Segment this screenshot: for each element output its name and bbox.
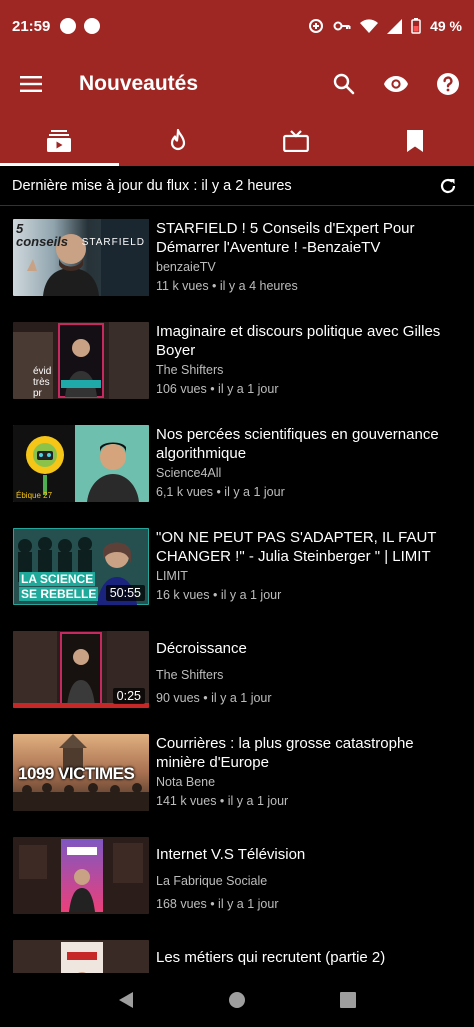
video-item[interactable]: Internet V.S Télévision La Fabrique Soci…: [0, 824, 474, 927]
recents-button[interactable]: [333, 985, 363, 1015]
refresh-button[interactable]: [434, 172, 462, 200]
video-channel[interactable]: The Shifters: [156, 363, 456, 377]
cell-signal-icon: [387, 18, 403, 34]
video-meta: Internet V.S Télévision La Fabrique Soci…: [156, 838, 456, 911]
home-circle-icon: [228, 992, 245, 1008]
status-time: 21:59: [12, 17, 51, 35]
video-thumbnail: 5 conseils STARFIELD: [13, 219, 149, 296]
video-title: "ON NE PEUT PAS S'ADAPTER, IL FAUT CHANG…: [156, 529, 437, 565]
video-duration: 0:25: [112, 688, 145, 704]
video-meta: Courrières : la plus grosse catastrophe …: [156, 735, 456, 808]
hamburger-icon: [20, 76, 42, 92]
video-thumbnail: évid très pr: [13, 322, 149, 399]
video-channel[interactable]: LIMIT: [156, 569, 456, 583]
search-icon: [333, 73, 355, 95]
video-info: 6,1 k vues • il y a 1 jour: [156, 485, 285, 499]
video-meta: Imaginaire et discours politique avec Gi…: [156, 323, 456, 396]
tab-bar: [0, 116, 474, 166]
video-title: Les métiers qui recrutent (partie 2): [156, 949, 386, 966]
video-channel[interactable]: benzaieTV: [156, 260, 456, 274]
video-item[interactable]: évid très pr Imaginaire et discours poli…: [0, 309, 474, 412]
vpn-key-icon: [333, 21, 351, 31]
video-info: 90 vues • il y a 1 jour: [156, 690, 272, 705]
video-thumbnail: 0:25: [13, 631, 149, 708]
thumbnail-text: évid très pr: [33, 366, 52, 399]
tab-live-tv[interactable]: [237, 116, 356, 166]
video-title: Internet V.S Télévision: [156, 846, 306, 863]
back-button[interactable]: [111, 985, 141, 1015]
thumbnail-text: 1099 VICTIMES: [18, 764, 135, 783]
recents-square-icon: [340, 992, 357, 1008]
feed-status-bar: Dernière mise à jour du flux : il y a 2 …: [0, 166, 474, 206]
app-bar: Nouveautés: [0, 52, 474, 116]
video-channel[interactable]: Science4All: [156, 466, 456, 480]
search-button[interactable]: [318, 52, 370, 116]
video-item[interactable]: Les métiers qui recrutent (partie 2): [0, 927, 474, 973]
video-channel[interactable]: La Fabrique Sociale: [156, 874, 456, 888]
page-title: Nouveautés: [79, 72, 199, 95]
feed-last-update: Dernière mise à jour du flux : il y a 2 …: [12, 177, 292, 194]
tab-trending[interactable]: [119, 116, 238, 166]
battery-icon: [411, 18, 421, 34]
video-item[interactable]: LA SCIENCE SE REBELLE 50:55 "ON NE PEUT …: [0, 515, 474, 618]
video-meta: STARFIELD ! 5 Conseils d'Expert Pour Dém…: [156, 220, 456, 293]
video-info: 16 k vues • il y a 1 jour: [156, 588, 282, 602]
video-info: 106 vues • il y a 1 jour: [156, 382, 279, 396]
battery-percent: 49 %: [430, 18, 462, 34]
video-info: 141 k vues • il y a 1 jour: [156, 794, 289, 808]
bookmark-icon: [406, 130, 423, 152]
thumbnail-text: LA SCIENCE: [19, 572, 96, 586]
video-title: Courrières : la plus grosse catastrophe …: [156, 735, 414, 771]
status-bar: 21:59 49 %: [0, 0, 474, 52]
video-thumbnail: LA SCIENCE SE REBELLE 50:55: [13, 528, 149, 605]
help-icon: [437, 73, 459, 95]
fire-icon: [170, 129, 185, 151]
video-title: STARFIELD ! 5 Conseils d'Expert Pour Dém…: [156, 220, 415, 256]
video-channel[interactable]: The Shifters: [156, 668, 456, 682]
thumbnail-text: STARFIELD: [81, 237, 145, 248]
help-button[interactable]: [422, 52, 474, 116]
home-button[interactable]: [222, 985, 252, 1015]
video-channel[interactable]: Nota Bene: [156, 775, 456, 789]
video-thumbnail: [13, 837, 149, 914]
tab-subscriptions-feed[interactable]: [0, 116, 119, 166]
refresh-icon: [440, 178, 456, 193]
toggle-watched-button[interactable]: [370, 52, 422, 116]
tv-icon: [283, 130, 310, 152]
video-title: Nos percées scientifiques en gouvernance…: [156, 426, 439, 462]
thumbnail-text: Ébique 27: [16, 491, 53, 500]
video-info: 168 vues • il y a 1 jour: [156, 896, 279, 911]
thumbnail-text: SE REBELLE: [19, 587, 99, 601]
video-thumbnail: Ébique 27: [13, 425, 149, 502]
video-duration: 50:55: [105, 585, 145, 601]
video-meta: Nos percées scientifiques en gouvernance…: [156, 426, 456, 499]
video-info: 11 k vues • il y a 4 heures: [156, 279, 298, 293]
data-saver-icon: [309, 19, 324, 33]
video-list: 5 conseils STARFIELD STARFIELD ! 5 Conse…: [0, 206, 474, 973]
video-item[interactable]: 0:25 Décroissance The Shifters 90 vues •…: [0, 618, 474, 721]
eye-icon: [384, 76, 408, 92]
wifi-icon: [360, 18, 379, 33]
video-item[interactable]: Ébique 27 Nos percées scientifiques en g…: [0, 412, 474, 515]
video-title: Imaginaire et discours politique avec Gi…: [156, 323, 441, 359]
video-thumbnail: 1099 VICTIMES: [13, 734, 149, 811]
notification-icon: [60, 18, 77, 34]
video-thumbnail: [13, 940, 149, 973]
thumbnail-text: 5 conseils: [16, 221, 69, 249]
video-meta: "ON NE PEUT PAS S'ADAPTER, IL FAUT CHANG…: [156, 529, 456, 602]
video-meta: Les métiers qui recrutent (partie 2): [156, 941, 456, 973]
video-title: Décroissance: [156, 640, 247, 657]
app-notification-icon: [84, 18, 101, 34]
tab-bookmarks[interactable]: [356, 116, 474, 166]
back-triangle-icon: [118, 992, 133, 1008]
video-meta: Décroissance The Shifters 90 vues • il y…: [156, 632, 456, 705]
subscriptions-icon: [47, 130, 72, 152]
system-nav-bar: [0, 973, 474, 1027]
video-item[interactable]: 1099 VICTIMES Courrières : la plus gross…: [0, 721, 474, 824]
menu-button[interactable]: [0, 52, 62, 116]
video-item[interactable]: 5 conseils STARFIELD STARFIELD ! 5 Conse…: [0, 206, 474, 309]
